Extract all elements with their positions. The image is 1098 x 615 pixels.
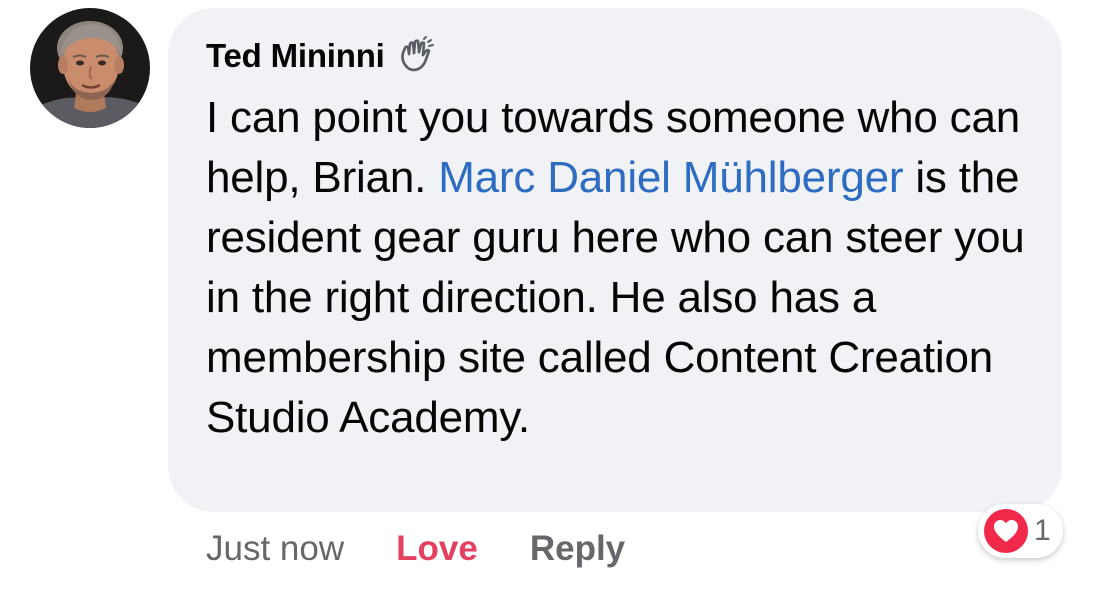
author-name[interactable]: Ted Mininni — [206, 37, 385, 75]
reaction-summary[interactable]: 1 — [978, 504, 1063, 558]
heart-icon — [984, 509, 1028, 553]
author-row: Ted Mininni — [206, 36, 435, 76]
timestamp[interactable]: Just now — [206, 529, 344, 569]
reaction-count: 1 — [1034, 514, 1051, 547]
avatar[interactable] — [30, 8, 150, 128]
comment-actions: Just now Love Reply — [206, 524, 625, 574]
comment-text: I can point you towards someone who can … — [206, 88, 1046, 448]
comment-bubble: Ted Mininni I can point you towards some… — [168, 8, 1062, 512]
waving-hand-icon — [395, 36, 435, 76]
avatar-image — [30, 8, 150, 128]
mention-link[interactable]: Marc Daniel Mühlberger — [438, 153, 903, 202]
love-button[interactable]: Love — [396, 529, 478, 569]
reply-button[interactable]: Reply — [530, 529, 625, 569]
